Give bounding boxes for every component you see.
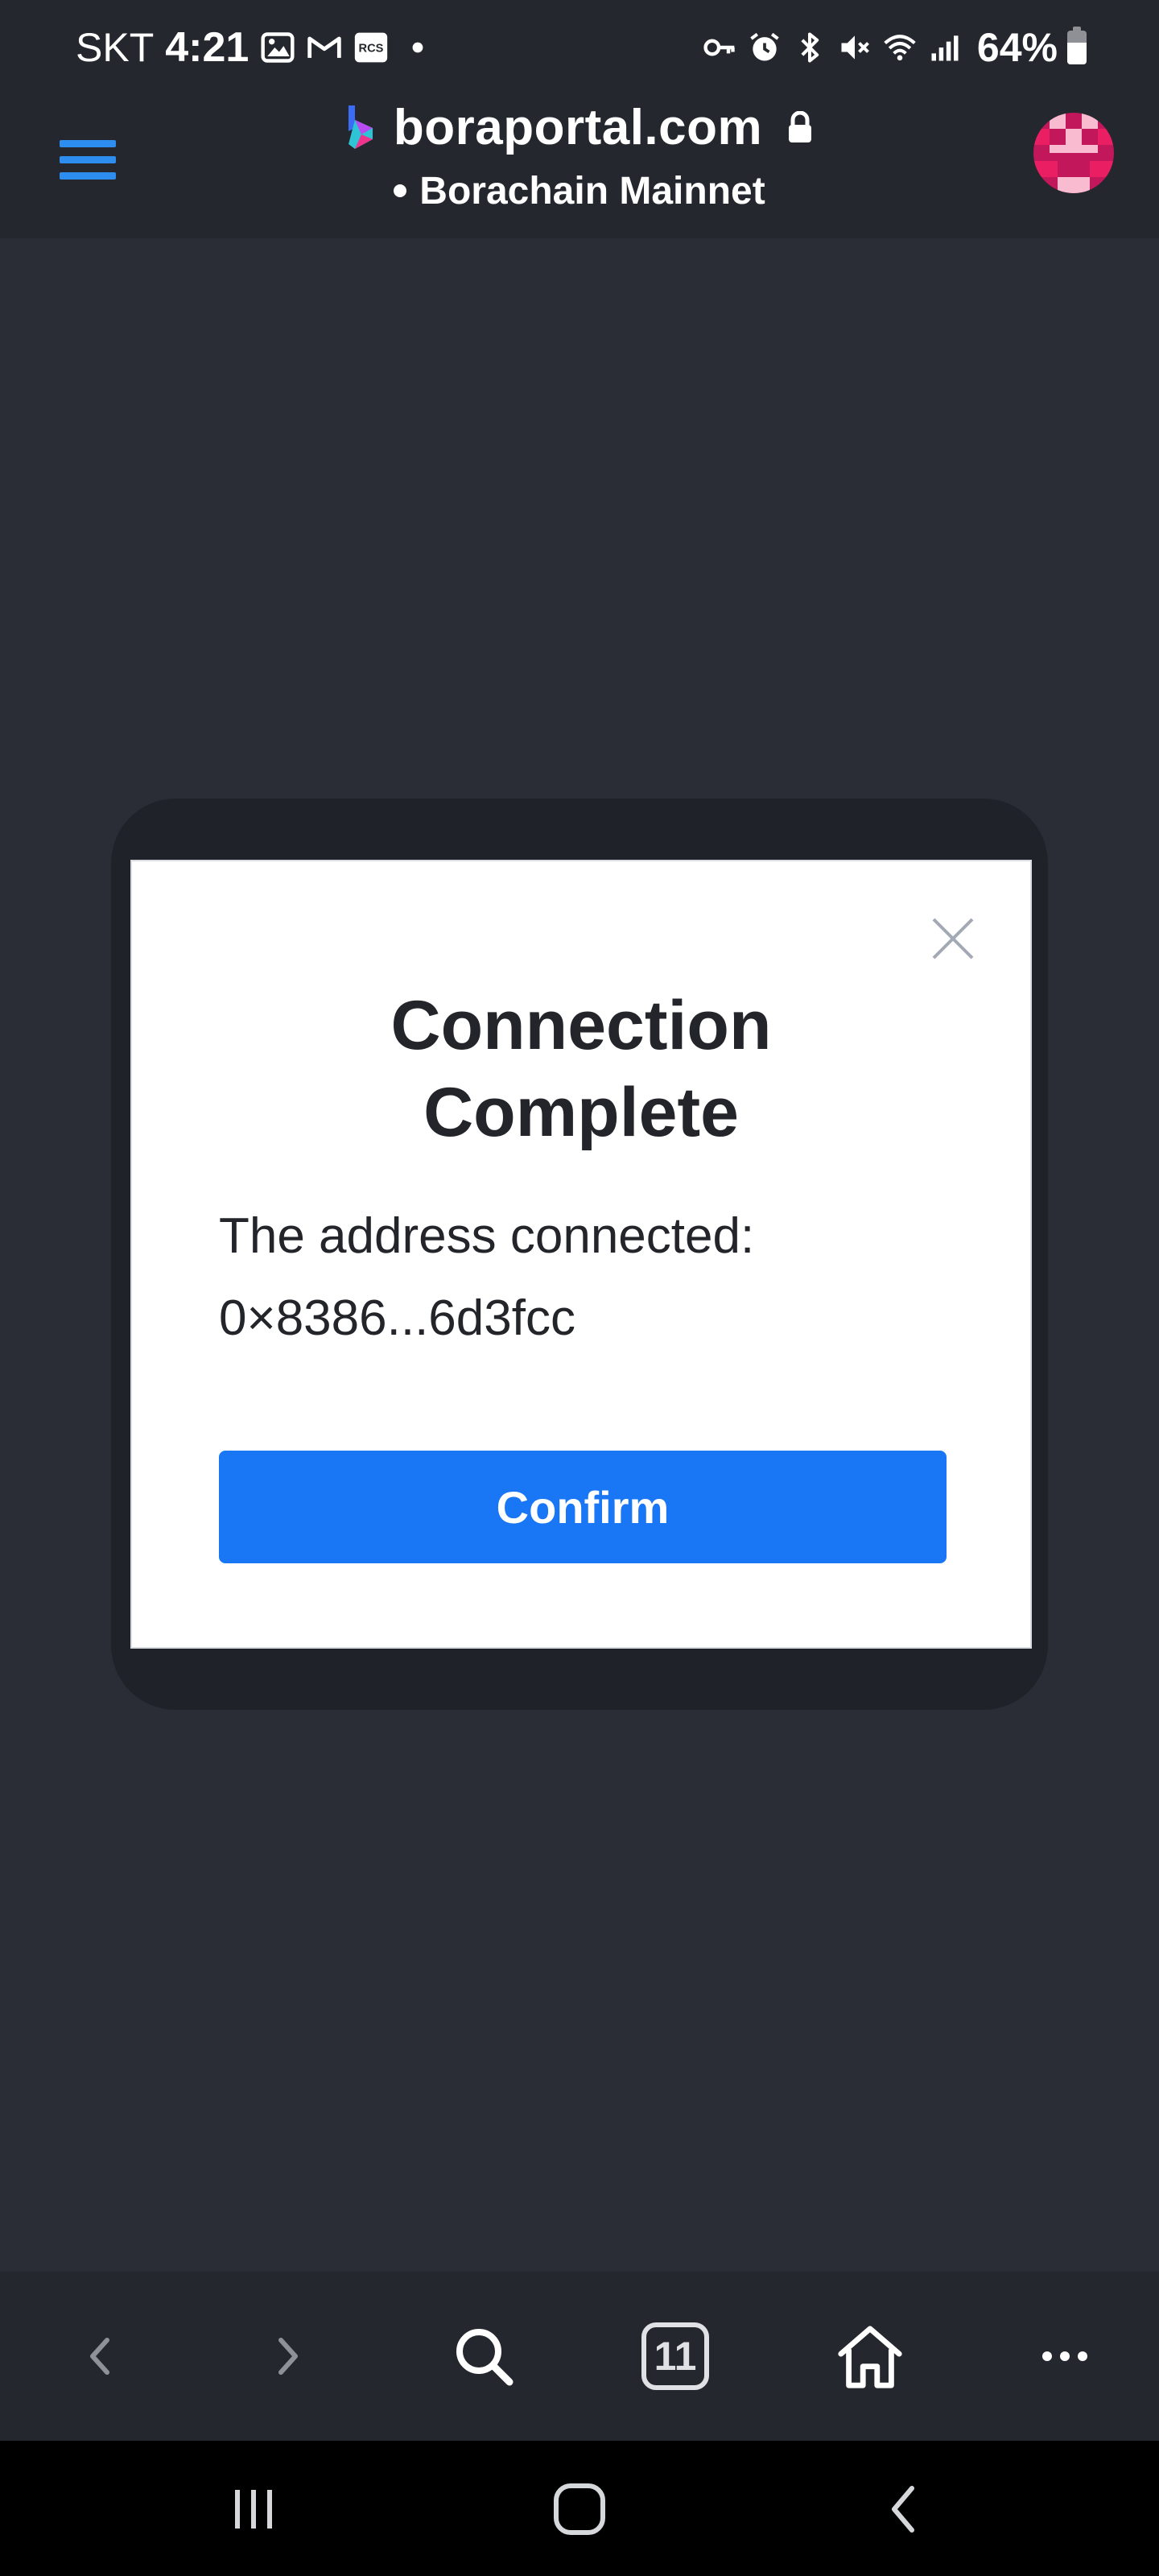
dialog-title-line2: Complete [423,1074,739,1151]
battery-icon [1067,27,1087,64]
home-button-icon[interactable] [535,2473,624,2545]
home-icon[interactable] [826,2312,914,2401]
svg-text:RCS: RCS [359,43,384,56]
browser-header: boraportal.com Borachain Mainnet [0,95,1159,238]
forward-icon[interactable] [245,2312,333,2401]
bora-logo-icon [345,104,379,151]
clock: 4:21 [165,24,250,71]
dialog-title: Connection Complete [132,982,1030,1156]
vpn-key-icon [702,30,737,65]
notification-dot-icon [400,30,435,65]
alarm-icon [747,30,782,65]
close-icon[interactable] [930,916,975,961]
lock-icon [786,110,814,143]
wifi-icon [882,30,918,65]
status-left: SKT 4:21 RCS [76,21,435,74]
confirm-button[interactable]: Confirm [219,1451,947,1563]
connected-address-value: 0×8386...6d3fcc [219,1290,575,1346]
more-icon[interactable] [1021,2312,1109,2401]
status-bar: SKT 4:21 RCS 64% [0,0,1159,95]
network-status-dot [394,184,407,197]
connection-complete-dialog: Connection Complete The address connecte… [130,860,1032,1649]
browser-toolbar: 11 [0,2272,1159,2441]
site-title-row: boraportal.com [0,95,1159,159]
signal-icon [927,30,963,65]
search-icon[interactable] [439,2312,528,2401]
network-name: Borachain Mainnet [419,169,765,213]
bluetooth-icon [792,30,827,65]
mute-icon [837,30,872,65]
battery-percent: 64% [976,25,1058,70]
network-row: Borachain Mainnet [0,163,1159,219]
dialog-title-line1: Connection [390,987,772,1064]
recent-apps-icon[interactable] [209,2473,298,2545]
rcs-icon: RCS [353,30,389,65]
battery-fill [1067,43,1087,64]
tabs-count: 11 [641,2322,709,2390]
system-navigation-bar [0,2441,1159,2576]
system-back-icon[interactable] [858,2473,947,2545]
site-domain: boraportal.com [393,99,763,155]
carrier-name: SKT [76,25,155,70]
status-right: 64% [702,21,1087,74]
gmail-icon [307,30,342,65]
back-icon[interactable] [55,2312,143,2401]
avatar[interactable] [1033,113,1114,193]
connected-address-label: The address connected: [219,1208,755,1264]
tabs-icon[interactable]: 11 [631,2312,720,2401]
gallery-icon [260,30,295,65]
